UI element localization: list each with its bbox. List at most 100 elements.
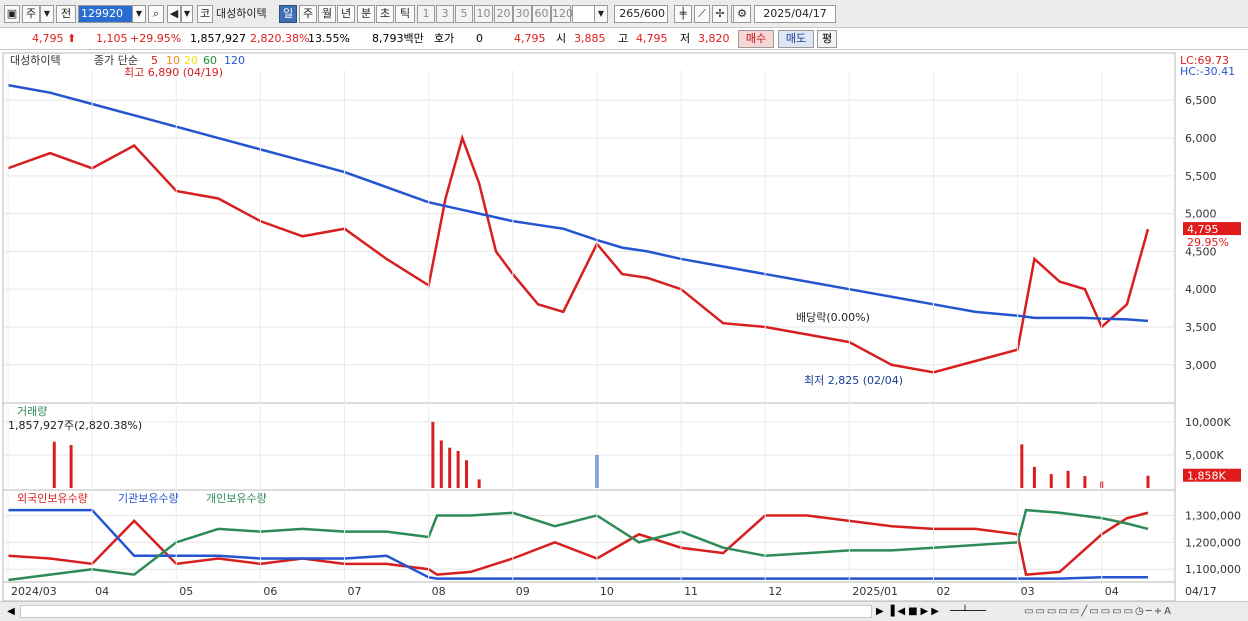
market-prefix-label: 코	[197, 5, 213, 23]
playback-controls-icon[interactable]: ▶▐◀■▶▶	[876, 605, 946, 619]
stock-chart[interactable]: 3,0003,5004,0004,5005,0005,5006,0006,500…	[0, 50, 1248, 601]
period-tab-year[interactable]: 년	[337, 5, 355, 23]
volume-bar	[1020, 444, 1024, 488]
code-dropdown-icon[interactable]: ▼	[132, 5, 146, 23]
chart-toolbar: ▣ 주 ▼ 전 129920 ▼ ⌕ ◀ ▼ 코 대성하이텍 일 주 월 년 분…	[0, 0, 1248, 28]
current-price-value: 4,795	[32, 32, 64, 45]
price-change: 1,105	[96, 32, 128, 45]
interval-60-button[interactable]: 60	[532, 5, 551, 23]
x-axis-label: 12	[768, 585, 782, 598]
buy-button[interactable]: 매수	[738, 30, 774, 48]
volume-bar	[1083, 476, 1087, 488]
speaker-dropdown-icon[interactable]: ▼	[181, 5, 193, 23]
hoga-price: 4,795	[514, 32, 546, 45]
turnover-rate: 13.55%	[308, 32, 350, 45]
volume-ytick-label: 5,000K	[1185, 449, 1224, 462]
crosshair-icon[interactable]: ✢	[712, 5, 728, 23]
volume-pct: 2,820.38%	[250, 32, 310, 45]
volume-ytick-label: 10,000K	[1185, 416, 1231, 429]
interval-5-button[interactable]: 5	[455, 5, 473, 23]
x-axis-label: 04	[1105, 585, 1119, 598]
period-tab-month[interactable]: 월	[318, 5, 336, 23]
price-ytick-label: 4,000	[1185, 283, 1217, 296]
up-arrow-icon: ⬆	[67, 32, 77, 45]
period-tab-day[interactable]: 일	[279, 5, 297, 23]
volume-bar	[1032, 466, 1036, 488]
price-ytick-label: 3,500	[1185, 321, 1217, 334]
x-axis-label: 2024/03	[11, 585, 57, 598]
bar-count-value: 265	[619, 7, 641, 20]
volume-bar	[448, 447, 452, 488]
holdings-legend-institution: 기관보유수량	[118, 492, 179, 505]
period-tab-tick[interactable]: 틱	[395, 5, 415, 23]
scroll-track[interactable]	[20, 605, 872, 618]
price-ytick-label: 6,000	[1185, 132, 1217, 145]
volume-bar	[69, 445, 73, 488]
x-axis-last-label: 04/17	[1185, 585, 1217, 598]
period-tab-second[interactable]: 초	[376, 5, 394, 23]
interval-120-button[interactable]: 120	[551, 5, 573, 23]
high-label: 고	[618, 32, 629, 45]
volume-panel-title: 거래량	[17, 405, 47, 418]
volume-bar	[1049, 474, 1053, 488]
current-price: 4,795 ⬆	[32, 31, 76, 47]
trade-amount: 8,793백만	[372, 32, 424, 45]
volume-bar	[456, 450, 460, 488]
indicator-icon[interactable]: ⟋	[694, 5, 710, 23]
open-label: 시	[556, 32, 567, 45]
volume-bar	[431, 421, 435, 488]
dividend-annotation: 배당락(0.00%)	[796, 311, 870, 324]
previous-button[interactable]: 전	[56, 5, 76, 23]
x-axis-label: 2025/01	[852, 585, 898, 598]
hoga-label: 호가	[434, 32, 455, 45]
x-axis-label: 03	[1021, 585, 1035, 598]
price-ytick-label: 5,500	[1185, 170, 1217, 183]
settings-gear-icon[interactable]: ⚙	[733, 5, 751, 23]
x-axis-label: 06	[263, 585, 277, 598]
hc-label: HC:-30.41	[1180, 65, 1235, 78]
interval-20-button[interactable]: 20	[494, 5, 513, 23]
price-legend-name: 대성하이텍	[10, 53, 61, 67]
interval-30-button[interactable]: 30	[513, 5, 532, 23]
high-price: 4,795	[636, 32, 668, 45]
interval-3-button[interactable]: 3	[436, 5, 454, 23]
volume-bar	[465, 460, 469, 488]
window-menu-icon[interactable]: ▣	[4, 5, 20, 23]
market-dropdown-icon[interactable]: ▼	[40, 5, 54, 23]
bar-count-input[interactable]: 265/600	[614, 5, 668, 23]
volume-bar	[52, 441, 56, 488]
holdings-ytick-label: 1,100,000	[1185, 563, 1241, 576]
volume-bar	[439, 440, 443, 488]
chart-scrollbar[interactable]: ◀ ▶▐◀■▶▶ ──┴─── ▭▭▭▭▭╱▭▭▭▭◷─+A	[0, 601, 1248, 621]
volume-info: 1,857,927주(2,820.38%)	[8, 419, 142, 432]
x-axis-label: 07	[348, 585, 362, 598]
quote-bar: 4,795 ⬆ 1,105 +29.95% 1,857,927 2,820.38…	[0, 28, 1248, 50]
low-price: 3,820	[698, 32, 730, 45]
period-tab-minute[interactable]: 분	[357, 5, 375, 23]
zoom-slider[interactable]: ──┴───	[950, 605, 1020, 619]
x-axis-label: 09	[516, 585, 530, 598]
interval-dropdown-icon[interactable]: ▼	[594, 5, 608, 23]
open-price: 3,885	[574, 32, 606, 45]
evaluate-button[interactable]: 평	[817, 30, 837, 48]
interval-1-button[interactable]: 1	[417, 5, 435, 23]
bar-count-total: /600	[640, 7, 665, 20]
tool-icons[interactable]: ▭▭▭▭▭╱▭▭▭▭◷─+A	[1024, 605, 1244, 619]
interval-10-button[interactable]: 10	[474, 5, 493, 23]
stock-name-label: 대성하이텍	[213, 5, 277, 23]
price-ytick-label: 5,000	[1185, 208, 1217, 221]
candle-type-icon[interactable]: ╪	[674, 5, 692, 23]
date-input[interactable]: 2025/04/17	[754, 5, 836, 23]
hoga-value: 0	[476, 32, 483, 45]
search-icon[interactable]: ⌕	[148, 5, 164, 23]
scroll-left-icon[interactable]: ◀	[4, 605, 18, 618]
period-tab-week[interactable]: 주	[299, 5, 317, 23]
volume-bar	[1146, 475, 1150, 488]
speaker-icon[interactable]: ◀	[167, 5, 181, 23]
market-select-button[interactable]: 주	[22, 5, 40, 23]
sell-button[interactable]: 매도	[778, 30, 814, 48]
volume-bar	[477, 479, 481, 488]
stock-code-input[interactable]: 129920	[78, 5, 134, 23]
volume-value: 1,857,927	[190, 32, 246, 45]
price-ytick-label: 3,000	[1185, 359, 1217, 372]
